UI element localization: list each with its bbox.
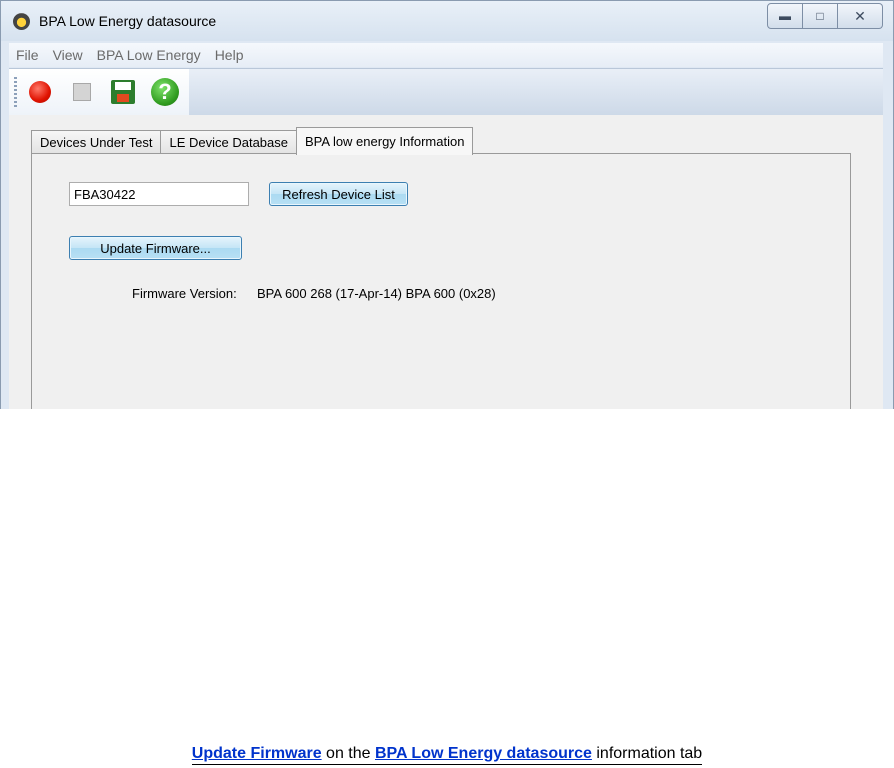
caption-datasource-name: BPA Low Energy datasource [374,745,592,762]
refresh-device-list-button[interactable]: Refresh Device List [269,182,408,206]
tab-strip: Devices Under Test LE Device Database BP… [31,127,474,155]
menu-view[interactable]: View [46,43,90,67]
firmware-version-value: BPA 600 268 (17-Apr-14) BPA 600 (0x28) [257,286,496,301]
app-icon [13,13,30,30]
tab-bpa-low-energy-information[interactable]: BPA low energy Information [296,127,474,155]
menu-bar: File View BPA Low Energy Help [9,43,883,67]
main-content: Devices Under Test LE Device Database BP… [9,115,883,409]
save-icon [111,80,135,104]
tab-panel: Refresh Device List Update Firmware... F… [31,153,851,409]
record-button[interactable] [27,79,53,105]
tab-devices-under-test[interactable]: Devices Under Test [31,130,162,155]
stop-icon [73,83,91,101]
maximize-button[interactable]: □ [803,3,838,29]
menu-file[interactable]: File [9,43,46,67]
save-button[interactable] [110,79,136,105]
menu-bpa-low-energy[interactable]: BPA Low Energy [90,43,208,67]
figure-caption: Update Firmware on the BPA Low Energy da… [0,745,894,765]
minimize-icon: ▬ [779,9,791,23]
minimize-button[interactable]: ▬ [767,3,803,29]
toolbar: ? [9,68,883,116]
toolbar-grip[interactable] [14,77,17,107]
firmware-version-label: Firmware Version: [132,286,237,301]
maximize-icon: □ [816,9,824,23]
tab-le-device-database[interactable]: LE Device Database [160,130,297,155]
close-icon: ✕ [854,7,866,24]
window-title: BPA Low Energy datasource [39,13,217,29]
title-bar[interactable]: BPA Low Energy datasource ▬ □ ✕ [1,1,893,41]
caption-line: Update Firmware on the BPA Low Energy da… [191,745,703,765]
help-icon: ? [151,78,179,106]
help-button[interactable]: ? [149,76,181,108]
app-window: BPA Low Energy datasource ▬ □ ✕ File Vie… [0,0,894,409]
caption-update-firmware: Update Firmware [191,745,322,762]
caption-on-the: on the [321,745,375,762]
close-button[interactable]: ✕ [838,3,883,29]
update-firmware-button[interactable]: Update Firmware... [69,236,242,260]
menu-help[interactable]: Help [208,43,251,67]
device-id-field[interactable] [69,182,249,206]
window-controls: ▬ □ ✕ [767,3,883,29]
stop-button[interactable] [69,79,95,105]
record-icon [29,81,51,103]
caption-information-tab: information tab [591,745,703,762]
